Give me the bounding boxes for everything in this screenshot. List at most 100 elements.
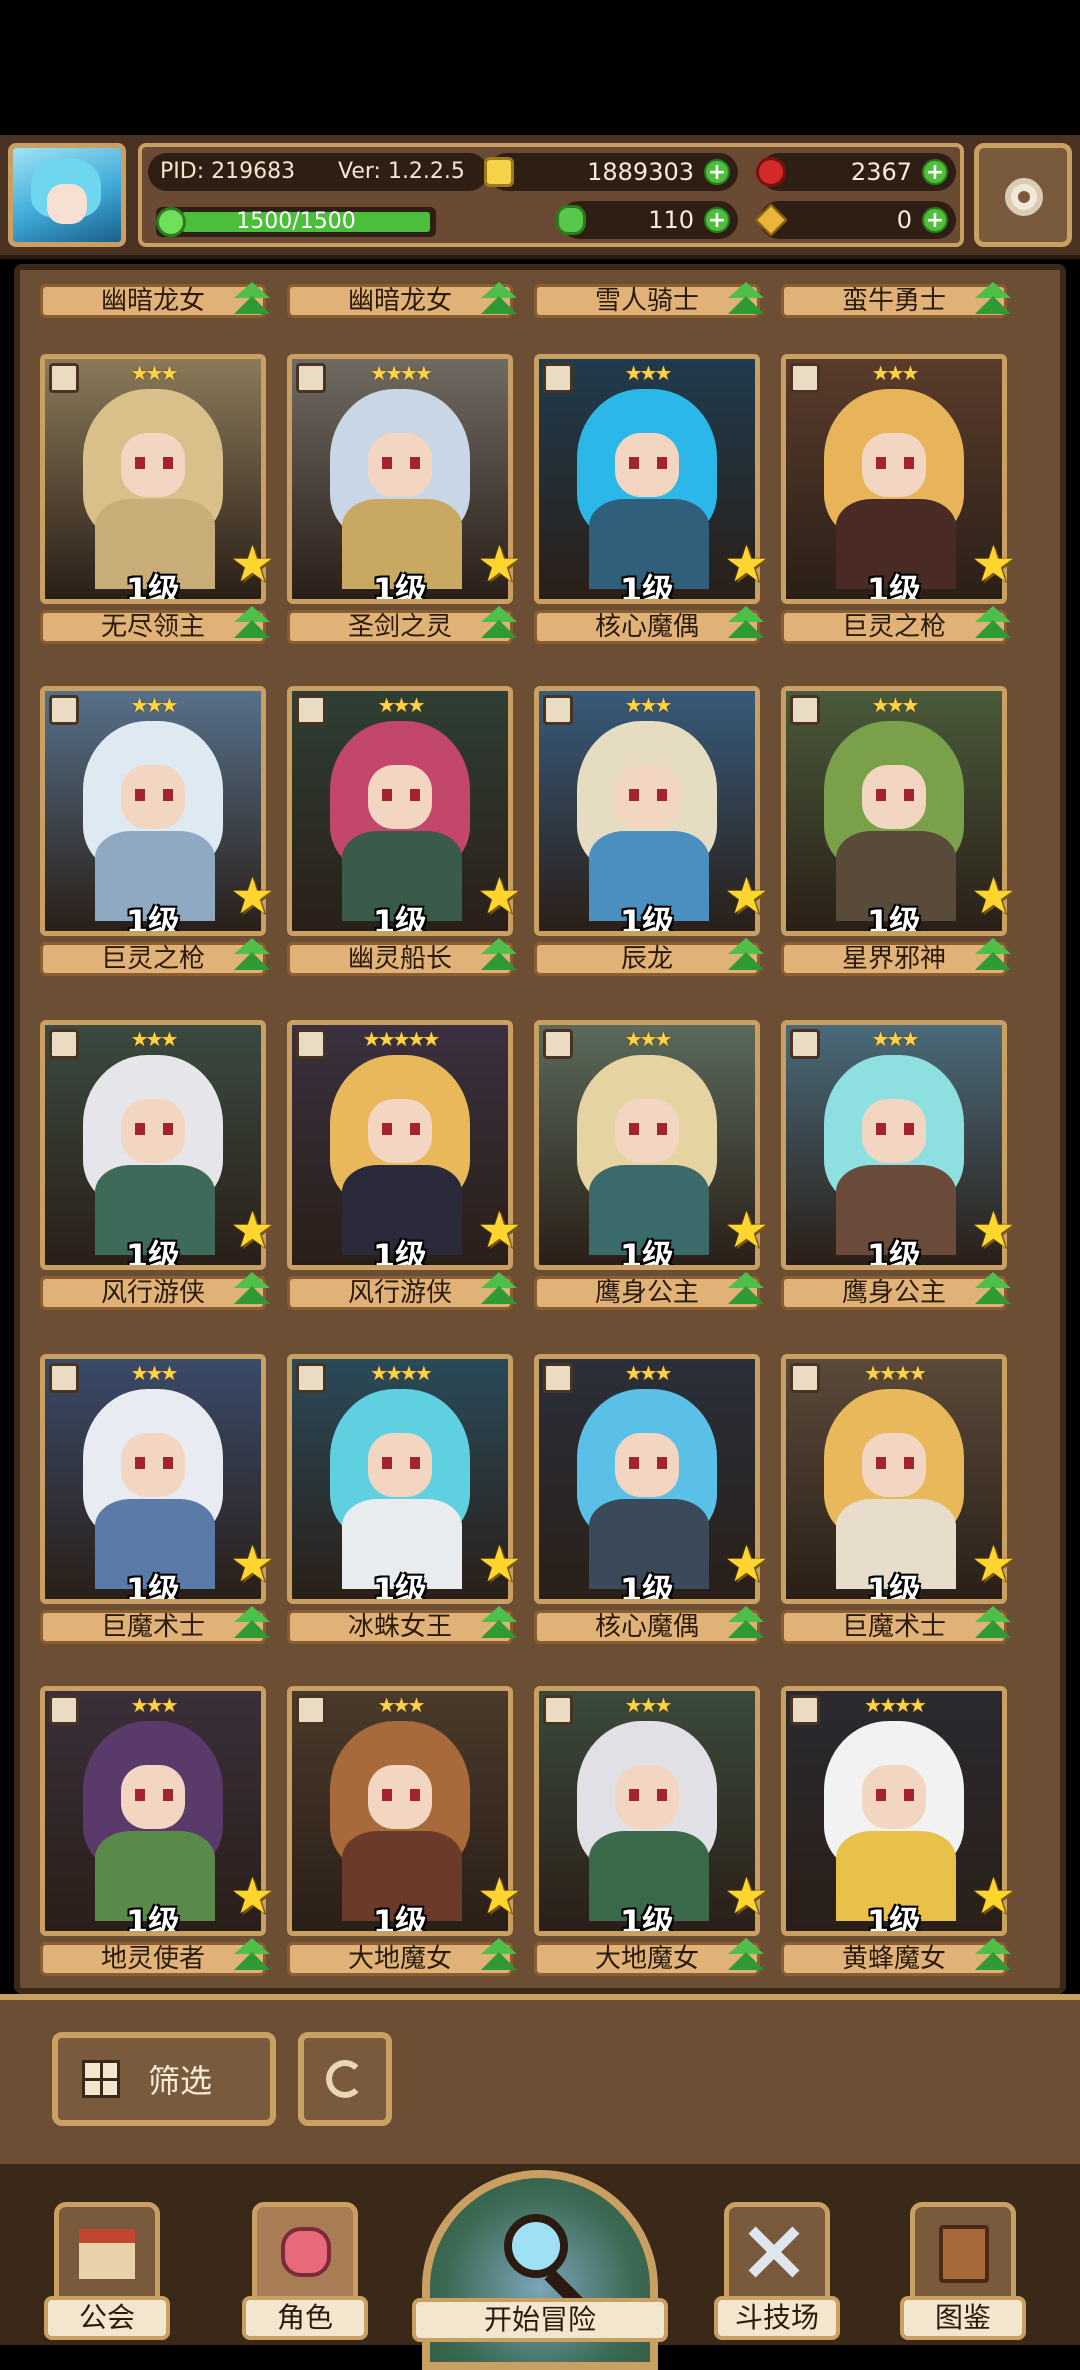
rarity-stars: ★★★★ <box>370 1361 433 1385</box>
add-keys-icon[interactable]: + <box>922 207 948 233</box>
character-portrait <box>539 1359 755 1599</box>
character-grid[interactable]: 幽暗龙女 幽暗龙女 雪人骑士 蛮牛勇士 ★★★ 1级 ★ 无尽领主 ★★★★ 1级 ★ 圣剑之灵 ★★★… <box>14 264 1066 1994</box>
clover-pill: 110 + <box>556 201 738 239</box>
portrait-face <box>615 1765 679 1829</box>
portrait-face <box>615 433 679 497</box>
nav-codex-label: 图鉴 <box>900 2296 1026 2340</box>
gems-pill: 2367 + <box>756 153 956 191</box>
nav-codex[interactable]: 图鉴 <box>900 2202 1026 2345</box>
portrait-face <box>862 765 926 829</box>
rarity-stars: ★★★ <box>130 1693 179 1717</box>
portrait-eye <box>904 1123 914 1135</box>
clover-icon <box>556 205 586 235</box>
portrait-face <box>862 433 926 497</box>
portrait-eye <box>410 1123 420 1135</box>
portrait-face <box>368 1433 432 1497</box>
portrait-eye <box>657 1457 667 1469</box>
key-icon <box>754 203 788 237</box>
nav-adventure[interactable]: 开始冒险 <box>412 2164 668 2370</box>
settings-button[interactable] <box>974 143 1072 247</box>
character-portrait <box>45 691 261 931</box>
star-upgrade-icon: ★ <box>724 535 769 593</box>
card-level: 1级 <box>866 571 922 604</box>
top-bar: PID: 219683 Ver: 1.2.2.5 1889303 + 2367 … <box>0 135 1080 259</box>
add-gold-icon[interactable]: + <box>704 159 730 185</box>
star-upgrade-icon: ★ <box>230 1201 275 1259</box>
character-portrait <box>45 1025 261 1265</box>
nav-character[interactable]: 角色 <box>242 2202 368 2345</box>
portrait-eye <box>135 1789 145 1801</box>
portrait-face <box>368 1099 432 1163</box>
bottom-nav: 公会 角色 开始冒险 斗技场 图鉴 <box>0 2164 1080 2370</box>
character-portrait <box>786 1691 1002 1931</box>
portrait-face <box>615 765 679 829</box>
portrait-face <box>121 1433 185 1497</box>
add-clover-icon[interactable]: + <box>704 207 730 233</box>
card-level: 1级 <box>866 1571 922 1604</box>
star-upgrade-icon: ★ <box>971 1867 1016 1925</box>
star-upgrade-icon: ★ <box>477 535 522 593</box>
portrait-eye <box>135 1457 145 1469</box>
portrait-face <box>368 765 432 829</box>
portrait-face <box>121 1765 185 1829</box>
player-avatar[interactable] <box>8 143 126 247</box>
rarity-stars: ★★★★ <box>864 1693 927 1717</box>
rarity-stars: ★★★ <box>624 693 673 717</box>
portrait-face <box>368 433 432 497</box>
xp-bar: 1500/1500 <box>156 207 436 237</box>
id-version-pill: PID: 219683 Ver: 1.2.2.5 <box>148 153 488 191</box>
portrait-eye <box>135 1123 145 1135</box>
portrait-eye <box>876 457 886 469</box>
card-level: 1级 <box>372 1903 428 1936</box>
portrait-eye <box>410 1789 420 1801</box>
add-gems-icon[interactable]: + <box>922 159 948 185</box>
upgrade-arrow-icon <box>230 1938 274 1972</box>
gear-icon <box>1005 178 1043 216</box>
refresh-button[interactable] <box>298 2032 392 2126</box>
portrait-face <box>121 433 185 497</box>
portrait-face <box>862 1099 926 1163</box>
portrait-eye <box>629 1123 639 1135</box>
character-portrait <box>292 1359 508 1599</box>
upgrade-arrow-icon <box>724 938 768 972</box>
rarity-stars: ★★★ <box>624 361 673 385</box>
rarity-stars: ★★★★ <box>864 1361 927 1385</box>
star-upgrade-icon: ★ <box>724 867 769 925</box>
character-portrait <box>786 1025 1002 1265</box>
star-upgrade-icon: ★ <box>230 1867 275 1925</box>
upgrade-arrow-icon <box>971 606 1015 640</box>
star-upgrade-icon: ★ <box>230 1535 275 1593</box>
upgrade-arrow-icon <box>230 282 274 316</box>
nav-arena[interactable]: 斗技场 <box>714 2202 840 2345</box>
book-icon <box>910 2202 1016 2302</box>
portrait-eye <box>904 789 914 801</box>
filter-button[interactable]: 筛选 <box>52 2032 276 2126</box>
nav-guild[interactable]: 公会 <box>44 2202 170 2345</box>
nav-adventure-label: 开始冒险 <box>412 2298 668 2342</box>
rarity-stars: ★★★ <box>377 1693 426 1717</box>
portrait-eye <box>135 457 145 469</box>
portrait-eye <box>382 457 392 469</box>
portrait-face <box>368 1765 432 1829</box>
card-level: 1级 <box>372 1237 428 1270</box>
upgrade-arrow-icon <box>477 1938 521 1972</box>
xp-text: 1500/1500 <box>236 209 356 234</box>
portrait-face <box>121 765 185 829</box>
rarity-stars: ★★★ <box>130 693 179 717</box>
upgrade-arrow-icon <box>724 606 768 640</box>
card-level: 1级 <box>619 1571 675 1604</box>
clover-value: 110 <box>648 206 694 234</box>
control-panel: 筛选 <box>0 1994 1080 2170</box>
character-portrait <box>45 1359 261 1599</box>
card-level: 1级 <box>372 1571 428 1604</box>
star-upgrade-icon: ★ <box>477 867 522 925</box>
portrait-eye <box>410 457 420 469</box>
avatar-face <box>47 184 87 224</box>
star-upgrade-icon: ★ <box>971 1535 1016 1593</box>
star-upgrade-icon: ★ <box>477 1201 522 1259</box>
star-upgrade-icon: ★ <box>230 535 275 593</box>
magnifier-icon <box>504 2214 568 2278</box>
star-upgrade-icon: ★ <box>230 867 275 925</box>
upgrade-arrow-icon <box>230 1606 274 1640</box>
upgrade-arrow-icon <box>477 1272 521 1306</box>
